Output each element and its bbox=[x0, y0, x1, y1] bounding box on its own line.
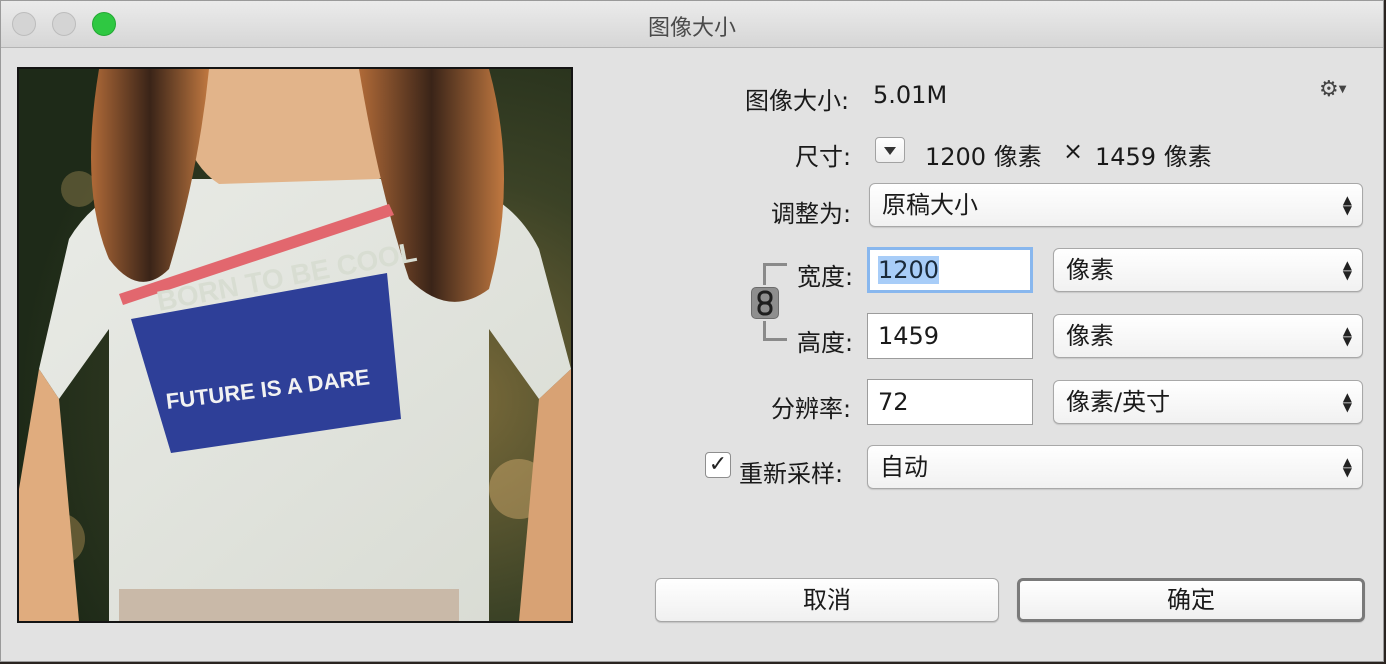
width-input-value: 1200 bbox=[878, 256, 940, 284]
up-down-arrows-icon: ▲ ▼ bbox=[1342, 258, 1352, 282]
cancel-button[interactable]: 取消 bbox=[655, 578, 999, 622]
image-size-dialog: 图像大小 BORN TO BE COOL FUTURE IS A DARE 图像… bbox=[0, 0, 1384, 662]
resolution-label: 分辨率: bbox=[771, 395, 852, 423]
height-input-value: 1459 bbox=[878, 322, 940, 350]
resample-method-select[interactable]: 自动 ▲ ▼ bbox=[867, 445, 1363, 489]
dimensions-width-value: 1200 像素 bbox=[925, 143, 1042, 171]
preview-photo: BORN TO BE COOL FUTURE IS A DARE bbox=[19, 69, 571, 621]
up-down-arrows-icon: ▲ ▼ bbox=[1342, 193, 1352, 217]
ok-button[interactable]: 确定 bbox=[1017, 578, 1365, 622]
resample-method-value: 自动 bbox=[880, 453, 928, 481]
link-icon bbox=[757, 290, 773, 316]
gear-icon: ⚙ bbox=[1319, 77, 1339, 102]
resample-checkbox[interactable]: ✓ bbox=[705, 452, 731, 478]
up-down-arrows-icon: ▲ ▼ bbox=[1342, 324, 1352, 348]
resolution-unit-select[interactable]: 像素/英寸 ▲ ▼ bbox=[1053, 380, 1363, 424]
image-size-value: 5.01M bbox=[873, 81, 948, 109]
constrain-bracket-top bbox=[763, 263, 787, 285]
constrain-bracket-bottom bbox=[763, 321, 787, 341]
dimensions-unit-menu-button[interactable] bbox=[875, 137, 905, 163]
image-preview[interactable]: BORN TO BE COOL FUTURE IS A DARE bbox=[17, 67, 573, 623]
dimensions-separator: × bbox=[1063, 137, 1084, 165]
resolution-input-value: 72 bbox=[878, 388, 909, 416]
width-label: 宽度: bbox=[797, 263, 854, 291]
resample-label[interactable]: 重新采样: bbox=[739, 454, 843, 489]
settings-gear-button[interactable]: ⚙▼ bbox=[1319, 77, 1359, 103]
resolution-unit-value: 像素/英寸 bbox=[1066, 388, 1171, 416]
window-title: 图像大小 bbox=[647, 16, 736, 41]
width-unit-value: 像素 bbox=[1066, 256, 1114, 284]
height-unit-value: 像素 bbox=[1066, 322, 1114, 350]
up-down-arrows-icon: ▲ ▼ bbox=[1342, 455, 1352, 479]
chevron-down-icon: ▼ bbox=[1338, 84, 1347, 95]
checkmark-icon: ✓ bbox=[708, 452, 728, 477]
constrain-proportions-button[interactable] bbox=[751, 287, 779, 319]
fit-to-select[interactable]: 原稿大小 ▲ ▼ bbox=[869, 183, 1363, 227]
height-unit-select[interactable]: 像素 ▲ ▼ bbox=[1053, 314, 1363, 358]
width-unit-select[interactable]: 像素 ▲ ▼ bbox=[1053, 248, 1363, 292]
height-label: 高度: bbox=[797, 329, 854, 357]
up-down-arrows-icon: ▲ ▼ bbox=[1342, 390, 1352, 414]
fit-to-value: 原稿大小 bbox=[882, 191, 978, 219]
dimensions-height-value: 1459 像素 bbox=[1095, 143, 1212, 171]
fit-to-label: 调整为: bbox=[771, 200, 852, 228]
dimensions-label: 尺寸: bbox=[795, 143, 852, 171]
resolution-input[interactable]: 72 bbox=[867, 379, 1033, 425]
title-bar: 图像大小 bbox=[1, 1, 1383, 48]
width-input[interactable]: 1200 bbox=[867, 247, 1033, 293]
height-input[interactable]: 1459 bbox=[867, 313, 1033, 359]
image-size-label: 图像大小: bbox=[745, 87, 850, 115]
